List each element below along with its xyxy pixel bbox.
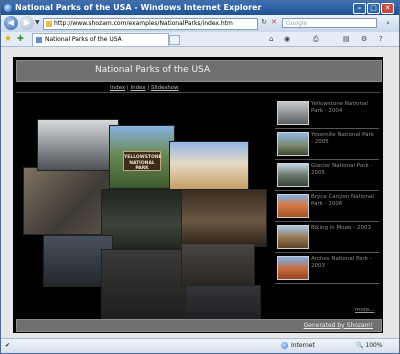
link-slideshow[interactable]: Slideshow [151, 85, 179, 91]
album-thumbnail[interactable] [277, 256, 309, 280]
collage-photo-elk[interactable] [101, 189, 183, 249]
more-link[interactable]: more... [355, 307, 375, 313]
album-divider [275, 190, 379, 191]
status-ok-icon: ✔ [5, 342, 11, 349]
back-button[interactable]: ◀ [4, 16, 18, 30]
tab-bar: ★ ✚ National Parks of the USA ⌂ ◉ ⎙ ▤ ⚙ … [1, 32, 399, 47]
page-icon [46, 20, 52, 27]
album-item[interactable]: Arches National Park - 2003 [275, 254, 379, 284]
forward-button[interactable]: ▶ [20, 16, 34, 30]
album-thumbnail[interactable] [277, 163, 309, 187]
collage-photo-canyon[interactable] [23, 167, 111, 235]
go-refresh-icon[interactable]: ↻ [259, 18, 269, 26]
collage-photo-rocks[interactable] [181, 243, 255, 287]
title-bar: National Parks of the USA - Windows Inte… [1, 1, 399, 15]
album-divider [275, 252, 379, 253]
album-caption[interactable]: Arches National Park - 2003 [311, 256, 377, 270]
globe-icon [281, 342, 288, 349]
status-bar: ✔ Internet 🔍 100% [1, 338, 399, 353]
album-item[interactable]: Bryce Canyon National Park - 2006 [275, 192, 379, 222]
album-item[interactable]: Glacier National Park - 2005 [275, 161, 379, 191]
zoom-icon: 🔍 [356, 342, 364, 349]
search-icon[interactable]: ⌕ [381, 18, 395, 29]
album-divider [275, 283, 379, 284]
album-caption[interactable]: Bryce Canyon National Park - 2006 [311, 194, 377, 208]
favorites-star-icon[interactable]: ★ [4, 34, 12, 44]
collage-photo-river[interactable] [101, 249, 187, 319]
page-menu-icon[interactable]: ▤ [343, 34, 350, 44]
new-tab-button[interactable] [169, 35, 180, 45]
navigation-bar: ◀ ▶ ▼ http://www.shozam.com/examples/Nat… [1, 15, 399, 32]
link-index-2[interactable]: Index [131, 85, 146, 91]
album-caption[interactable]: Biking in Moab - 2003 [311, 225, 377, 232]
collage-photo-terrace[interactable] [169, 141, 249, 191]
page-links: Index | Index | Slideshow [110, 85, 179, 91]
link-divider [16, 92, 380, 93]
address-url: http://www.shozam.com/examples/NationalP… [54, 20, 233, 27]
address-buttons: ↻ ✕ [259, 18, 279, 26]
album-thumbnail[interactable] [277, 194, 309, 218]
album-caption[interactable]: Yellowstone National Park - 2004 [311, 101, 377, 115]
album-divider [275, 159, 379, 160]
help-icon[interactable]: ? [379, 34, 383, 44]
tab-active[interactable]: National Parks of the USA [32, 33, 169, 46]
history-dropdown-icon[interactable]: ▼ [35, 19, 40, 26]
collage-photo-geyser[interactable] [37, 119, 119, 171]
home-icon[interactable]: ⌂ [269, 34, 273, 44]
collage-sign-text: YELLOWSTONE NATIONAL PARK [123, 151, 162, 171]
zone-label: Internet [291, 342, 315, 349]
security-zone[interactable]: Internet [281, 339, 315, 353]
ie-logo-icon [4, 4, 12, 12]
close-button[interactable]: ✕ [381, 3, 394, 14]
page-viewport: National Parks of the USA Index | Index … [1, 47, 399, 338]
window-title: National Parks of the USA - Windows Inte… [15, 3, 262, 12]
album-item[interactable]: Biking in Moab - 2003 [275, 223, 379, 253]
stop-icon[interactable]: ✕ [269, 18, 279, 26]
album-item[interactable]: Yellowstone National Park - 2004 [275, 99, 379, 129]
tab-label: National Parks of the USA [45, 36, 122, 43]
gallery-page: National Parks of the USA Index | Index … [13, 57, 383, 333]
album-divider [275, 221, 379, 222]
feeds-icon[interactable]: ◉ [284, 34, 290, 44]
tab-page-icon [36, 36, 42, 43]
print-icon[interactable]: ⎙ [313, 34, 319, 44]
album-caption[interactable]: Yosemite National Park - 2005 [311, 132, 377, 146]
tools-gear-icon[interactable]: ⚙ [361, 34, 367, 44]
album-thumbnail[interactable] [277, 101, 309, 125]
album-caption[interactable]: Glacier National Park - 2005 [311, 163, 377, 177]
album-thumbnail[interactable] [277, 225, 309, 249]
album-divider [275, 128, 379, 129]
link-index-1[interactable]: Index [110, 85, 125, 91]
maximize-button[interactable]: □ [367, 3, 380, 14]
minimize-button[interactable]: – [353, 3, 366, 14]
page-title: National Parks of the USA [95, 65, 211, 75]
search-input[interactable]: Google [282, 18, 377, 28]
generated-by-link[interactable]: Generated by Shozam! [304, 322, 373, 329]
add-favorites-icon[interactable]: ✚ [17, 34, 24, 44]
zoom-level[interactable]: 🔍 100% [356, 339, 383, 353]
zoom-value: 100% [365, 342, 383, 349]
address-bar[interactable]: http://www.shozam.com/examples/NationalP… [43, 18, 258, 30]
album-item[interactable]: Yosemite National Park - 2005 [275, 130, 379, 160]
browser-window: National Parks of the USA - Windows Inte… [0, 0, 400, 354]
collage-photo-hillside[interactable] [181, 189, 267, 247]
album-thumbnail[interactable] [277, 132, 309, 156]
page-header: National Parks of the USA [16, 60, 382, 82]
page-footer: Generated by Shozam! [16, 319, 382, 332]
